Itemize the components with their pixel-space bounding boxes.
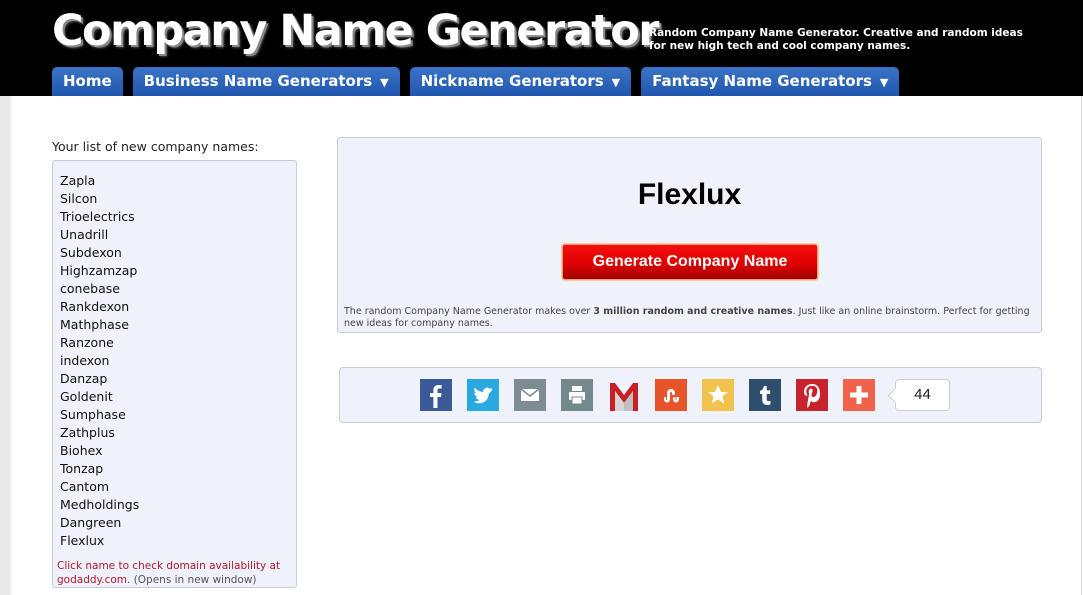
print-share-button[interactable] bbox=[561, 379, 593, 411]
share-icons bbox=[420, 379, 875, 411]
company-name-item[interactable]: Sumphase bbox=[60, 406, 139, 424]
company-name-item[interactable]: Flexlux bbox=[60, 532, 139, 550]
stumbleupon-share-button[interactable] bbox=[655, 379, 687, 411]
twitter-icon bbox=[467, 379, 499, 411]
nav-tab-label: Business Name Generators bbox=[143, 72, 373, 90]
description-text: The random Company Name Generator makes … bbox=[344, 306, 594, 317]
company-name-item[interactable]: Zapla bbox=[60, 172, 139, 190]
more-share-share-button[interactable] bbox=[843, 379, 875, 411]
pinterest-share-button[interactable] bbox=[796, 379, 828, 411]
email-share-button[interactable] bbox=[514, 379, 546, 411]
domain-check-note: Click name to check domain availability … bbox=[57, 559, 295, 587]
company-name-list: Zapla Silcon Trioelectrics Unadrill Subdexon… bbox=[60, 172, 139, 550]
site-header: Company Name Generator Random Company Na… bbox=[0, 0, 1083, 96]
company-name-item[interactable]: Mathphase bbox=[60, 316, 139, 334]
nav-tab-business-name-generators[interactable]: Business Name Generators ▼ bbox=[132, 67, 400, 96]
main-nav: Home Business Name Generators ▼ Nickname … bbox=[52, 67, 900, 96]
email-icon bbox=[514, 379, 546, 411]
company-name-item[interactable]: Unadrill bbox=[60, 226, 139, 244]
name-list-panel: Zapla Silcon Trioelectrics Unadrill Subdexon… bbox=[52, 160, 297, 588]
company-name-item[interactable]: Danzap bbox=[60, 370, 139, 388]
company-name-item[interactable]: Medholdings bbox=[60, 496, 139, 514]
company-name-item[interactable]: Highzamzap bbox=[60, 262, 139, 280]
gmail-share-button[interactable] bbox=[608, 379, 640, 411]
tumblr-share-button[interactable] bbox=[749, 379, 781, 411]
stumbleupon-icon bbox=[655, 379, 687, 411]
dropdown-arrow-icon: ▼ bbox=[380, 76, 389, 89]
company-name-item[interactable]: Biohex bbox=[60, 442, 139, 460]
tumblr-icon bbox=[749, 379, 781, 411]
generated-company-name: Flexlux bbox=[637, 178, 742, 211]
site-tagline: Random Company Name Generator. Creative … bbox=[649, 27, 1023, 52]
new-window-note: (Opens in new window) bbox=[133, 574, 257, 586]
twitter-share-button[interactable] bbox=[467, 379, 499, 411]
gmail-icon bbox=[608, 379, 640, 411]
description-highlight: 3 million random and creative names bbox=[593, 306, 793, 317]
share-count: 44 bbox=[895, 379, 950, 411]
generate-company-name-button[interactable]: Generate Company Name bbox=[562, 244, 818, 280]
dropdown-arrow-icon: ▼ bbox=[879, 76, 889, 89]
company-name-item[interactable]: Trioelectrics bbox=[60, 208, 139, 226]
company-name-item[interactable]: conebase bbox=[60, 280, 139, 298]
company-name-item[interactable]: Rankdexon bbox=[60, 298, 139, 316]
site-title[interactable]: Company Name Generator bbox=[52, 6, 660, 56]
favorites-share-button[interactable] bbox=[702, 379, 734, 411]
company-name-item[interactable]: Ranzone bbox=[60, 334, 139, 352]
dropdown-arrow-icon: ▼ bbox=[611, 76, 621, 89]
page-right-border bbox=[1081, 96, 1082, 595]
nav-tab-fantasy-name-generators[interactable]: Fantasy Name Generators ▼ bbox=[641, 67, 900, 96]
nav-tab-home[interactable]: Home bbox=[52, 67, 123, 96]
nav-tab-label: Nickname Generators bbox=[420, 72, 604, 90]
company-name-item[interactable]: Dangreen bbox=[60, 514, 139, 532]
share-bar: 44 bbox=[339, 367, 1042, 423]
page-left-gutter-shade bbox=[10, 96, 12, 595]
page-left-gutter bbox=[0, 96, 10, 595]
company-name-item[interactable]: indexon bbox=[60, 352, 139, 370]
company-name-item[interactable]: Subdexon bbox=[60, 244, 139, 262]
print-icon bbox=[561, 379, 593, 411]
company-name-item[interactable]: Silcon bbox=[60, 190, 139, 208]
facebook-icon bbox=[420, 379, 452, 411]
facebook-share-button[interactable] bbox=[420, 379, 452, 411]
company-name-item[interactable]: Cantom bbox=[60, 478, 139, 496]
name-list-label: Your list of new company names: bbox=[52, 139, 259, 154]
more-share-icon bbox=[843, 379, 875, 411]
generator-panel: Flexlux Generate Company Name The random… bbox=[337, 137, 1042, 333]
favorites-icon bbox=[702, 379, 734, 411]
nav-tab-label: Home bbox=[63, 72, 112, 90]
company-name-item[interactable]: Zathplus bbox=[60, 424, 139, 442]
company-name-item[interactable]: Tonzap bbox=[60, 460, 139, 478]
nav-tab-label: Fantasy Name Generators bbox=[652, 72, 872, 90]
generator-description: The random Company Name Generator makes … bbox=[344, 306, 1034, 330]
pinterest-icon bbox=[796, 379, 828, 411]
nav-tab-nickname-generators[interactable]: Nickname Generators ▼ bbox=[409, 67, 632, 96]
company-name-item[interactable]: Goldenit bbox=[60, 388, 139, 406]
